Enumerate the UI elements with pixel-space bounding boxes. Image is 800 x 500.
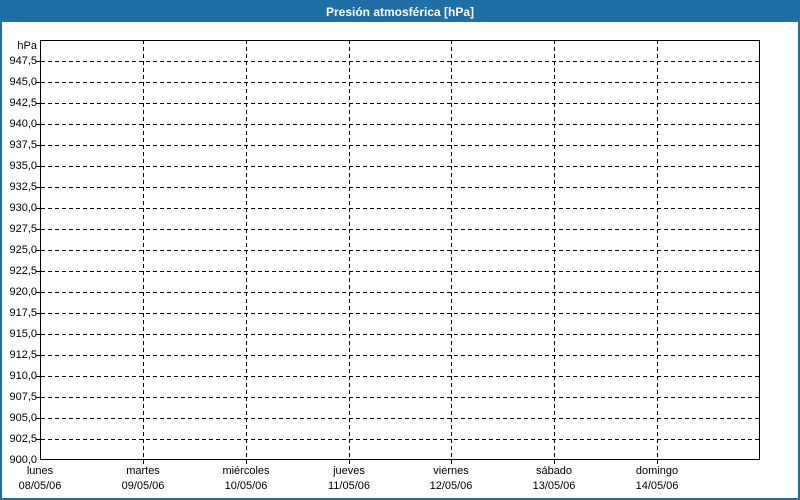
y-tick-label: 945,0	[9, 76, 37, 88]
y-gridline	[41, 250, 759, 251]
y-tick-label: 902,5	[9, 433, 37, 445]
x-gridline	[657, 40, 658, 466]
x-gridline	[143, 40, 144, 466]
y-gridline	[41, 208, 759, 209]
y-tick-label: 922,5	[9, 265, 37, 277]
y-gridline	[41, 145, 759, 146]
y-axis-unit-label: hPa	[17, 40, 37, 52]
x-gridline	[451, 40, 452, 466]
x-gridline	[554, 40, 555, 466]
y-tick-label: 937,5	[9, 139, 37, 151]
y-gridline	[41, 271, 759, 272]
x-day-label: martes	[126, 465, 160, 477]
pressure-chart-panel: Presión atmosférica [hPa] hPa 947,5 945,0…	[0, 0, 800, 500]
y-tick-label: 927,5	[9, 223, 37, 235]
y-gridline	[41, 313, 759, 314]
y-gridline	[41, 82, 759, 83]
y-tick-label: 917,5	[9, 307, 37, 319]
chart-title: Presión atmosférica [hPa]	[325, 5, 475, 19]
x-date-label: 13/05/06	[532, 480, 576, 492]
y-tick-label: 930,0	[9, 202, 37, 214]
y-gridline	[41, 334, 759, 335]
y-tick-label: 942,5	[9, 97, 37, 109]
y-gridline	[41, 439, 759, 440]
x-day-label: domingo	[635, 465, 679, 477]
x-date-label: 14/05/06	[635, 480, 679, 492]
chart-title-bar: Presión atmosférica [hPa]	[2, 2, 798, 22]
x-gridline	[349, 40, 350, 466]
y-tick-label: 905,0	[9, 412, 37, 424]
x-date-label: 09/05/06	[121, 480, 165, 492]
x-gridline	[246, 40, 247, 466]
y-gridline	[41, 187, 759, 188]
y-gridline	[41, 166, 759, 167]
y-tick-label: 910,0	[9, 370, 37, 382]
x-date-label: 12/05/06	[429, 480, 473, 492]
y-tick-label: 907,5	[9, 391, 37, 403]
x-day-label: miércoles	[222, 465, 270, 477]
x-date-label: 10/05/06	[224, 480, 268, 492]
y-gridline	[41, 103, 759, 104]
y-gridline	[41, 61, 759, 62]
y-gridline	[41, 376, 759, 377]
y-tick-label: 947,5	[9, 55, 37, 67]
y-tick-label: 935,0	[9, 160, 37, 172]
y-tick-label: 925,0	[9, 244, 37, 256]
y-gridline	[41, 124, 759, 125]
y-gridline	[41, 418, 759, 419]
y-tick-label: 920,0	[9, 286, 37, 298]
y-gridline	[41, 292, 759, 293]
x-day-label: sábado	[535, 465, 573, 477]
y-tick-label: 912,5	[9, 349, 37, 361]
x-day-label: viernes	[433, 465, 469, 477]
y-tick-label: 940,0	[9, 118, 37, 130]
y-tick-label: 932,5	[9, 181, 37, 193]
y-gridline	[41, 355, 759, 356]
y-gridline	[41, 397, 759, 398]
y-tick-label: 915,0	[9, 328, 37, 340]
y-gridline	[41, 229, 759, 230]
